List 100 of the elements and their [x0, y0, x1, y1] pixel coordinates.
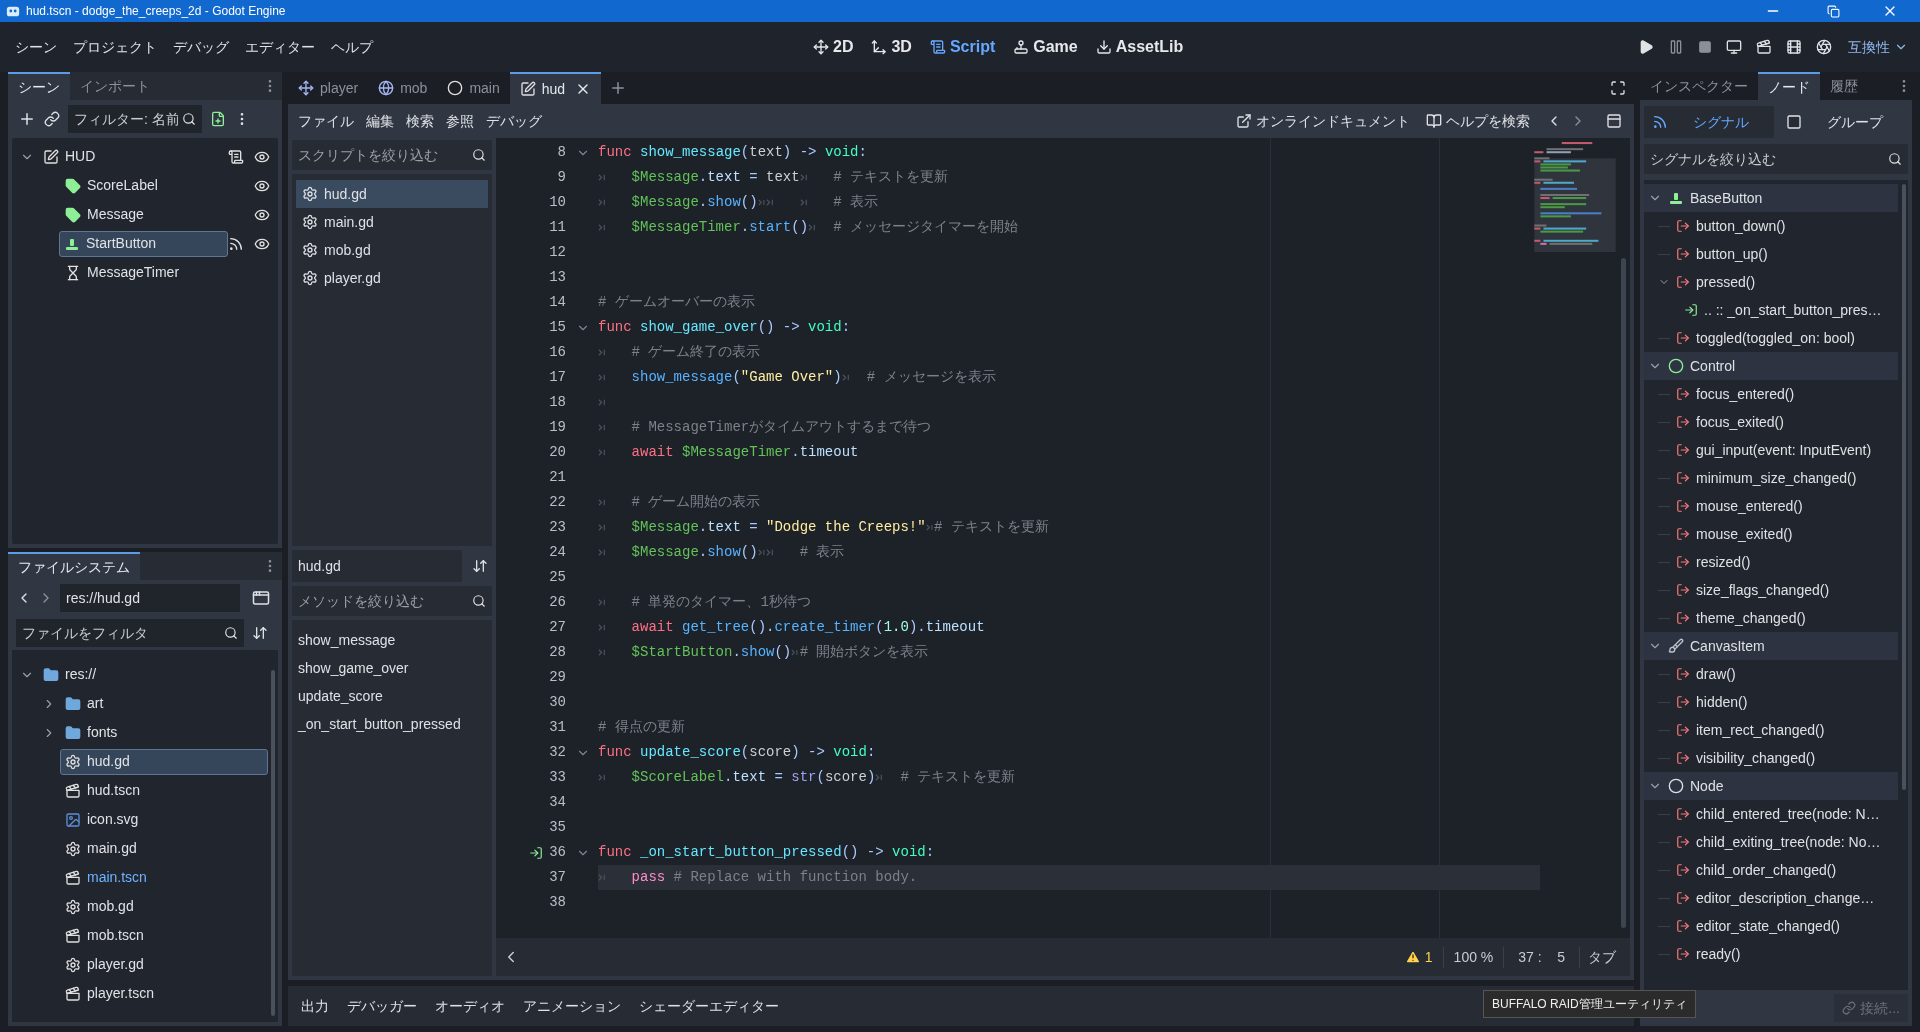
signal-group-header[interactable]: Control: [1644, 352, 1898, 380]
script-item[interactable]: main.gd: [296, 208, 488, 236]
dock-tab[interactable]: シーン: [8, 72, 70, 100]
dock-tab[interactable]: インスペクター: [1640, 72, 1758, 100]
restore-icon[interactable]: [1827, 4, 1840, 18]
signal-item[interactable]: editor_state_changed(): [1696, 915, 1840, 937]
workspace-tab[interactable]: 2D: [806, 31, 861, 63]
indent-mode[interactable]: タブ: [1580, 946, 1624, 968]
path-field[interactable]: res://hud.gd: [60, 584, 240, 612]
signal-item[interactable]: minimum_size_changed(): [1696, 467, 1857, 489]
stop-icon[interactable]: [1698, 40, 1712, 54]
minimap-drawing[interactable]: [1534, 140, 1616, 252]
signal-item[interactable]: toggled(toggled_on: bool): [1696, 327, 1855, 349]
zoom-level[interactable]: 100 %: [1443, 946, 1505, 968]
signal-item[interactable]: mouse_entered(): [1696, 495, 1803, 517]
signal-item[interactable]: editor_description_change…: [1696, 887, 1875, 909]
pause-icon[interactable]: [1668, 39, 1684, 55]
menu-item[interactable]: 編集: [360, 110, 400, 132]
signal-item[interactable]: size_flags_changed(): [1696, 579, 1830, 601]
signal-item[interactable]: child_order_changed(): [1696, 859, 1837, 881]
signal-item[interactable]: child_entered_tree(node: N…: [1696, 803, 1880, 825]
film-icon[interactable]: [1786, 39, 1802, 55]
sub-tab[interactable]: グループ: [1778, 106, 1908, 138]
bottom-panel-tab[interactable]: 出力: [292, 995, 338, 1017]
sort-icon[interactable]: [472, 558, 488, 574]
editor-tab[interactable]: player: [288, 72, 369, 104]
workspace-tab[interactable]: AssetLib: [1088, 31, 1191, 63]
scrollbar[interactable]: [1621, 258, 1626, 928]
signal-item[interactable]: pressed(): [1696, 271, 1756, 293]
dock-tab[interactable]: ノード: [1758, 72, 1820, 100]
tree-item[interactable]: ScoreLabel: [60, 172, 238, 199]
sub-tab[interactable]: シグナル: [1644, 106, 1774, 138]
renderer-dropdown[interactable]: 互換性: [1848, 36, 1908, 58]
method-item[interactable]: show_message: [298, 626, 486, 654]
bottom-panel-tab[interactable]: アニメーション: [514, 995, 630, 1017]
scrollbar[interactable]: [271, 670, 275, 1016]
file-item[interactable]: main.tscn: [60, 864, 268, 891]
workspace-tab[interactable]: Script: [922, 31, 1003, 63]
menu-item[interactable]: 検索: [400, 110, 440, 132]
tree-item[interactable]: MessageTimer: [60, 259, 238, 286]
signal-item[interactable]: resized(): [1696, 551, 1751, 573]
tree-item[interactable]: HUD: [38, 143, 216, 170]
signal-item[interactable]: item_rect_changed(): [1696, 719, 1825, 741]
file-item[interactable]: fonts: [60, 719, 268, 746]
aperture-icon[interactable]: [1816, 39, 1832, 55]
dock-tab[interactable]: 履歴: [1820, 72, 1868, 100]
file-item[interactable]: res://: [38, 661, 268, 688]
bottom-panel-tab[interactable]: シェーダーエディター: [630, 995, 788, 1017]
link-icon[interactable]: [44, 111, 60, 127]
tree-item[interactable]: Message: [60, 201, 238, 228]
signal-item[interactable]: gui_input(event: InputEvent): [1696, 439, 1872, 461]
signal-item[interactable]: focus_exited(): [1696, 411, 1784, 433]
signal-icon[interactable]: [228, 235, 244, 252]
file-item[interactable]: mob.gd: [60, 893, 268, 920]
window-icon[interactable]: [252, 589, 270, 607]
dock-tab[interactable]: インポート: [70, 72, 160, 100]
panel-toggle-icon[interactable]: [1606, 113, 1622, 129]
fullscreen-icon[interactable]: [1610, 80, 1626, 96]
script-item[interactable]: player.gd: [296, 264, 488, 292]
clapperboard-icon[interactable]: [1756, 39, 1772, 55]
filter-field[interactable]: ファイルをフィルタ: [16, 619, 244, 647]
workspace-tab[interactable]: 3D: [864, 31, 919, 63]
bottom-panel-tab[interactable]: デバッガー: [338, 995, 426, 1017]
warning-count[interactable]: 1: [1394, 946, 1444, 968]
file-item[interactable]: hud.tscn: [60, 777, 268, 804]
bottom-panel-tab[interactable]: オーディオ: [426, 995, 514, 1017]
editor-tab[interactable]: mob: [368, 72, 438, 104]
file-item[interactable]: icon.svg: [60, 806, 268, 833]
method-item[interactable]: _on_start_button_pressed: [298, 710, 486, 738]
signal-item[interactable]: visibility_changed(): [1696, 747, 1816, 769]
menu-item[interactable]: デバッグ: [166, 32, 236, 62]
help-link[interactable]: オンラインドキュメント: [1228, 110, 1418, 132]
signal-group-header[interactable]: CanvasItem: [1644, 632, 1898, 660]
menu-item[interactable]: 参照: [440, 110, 480, 132]
menu-item[interactable]: ファイル: [292, 110, 360, 132]
filter-field[interactable]: シグナルを絞り込む: [1644, 144, 1908, 174]
method-item[interactable]: show_game_over: [298, 654, 486, 682]
script-icon[interactable]: [228, 148, 244, 165]
menu-item[interactable]: エディター: [238, 32, 322, 62]
file-item[interactable]: player.tscn: [60, 980, 268, 1007]
tree-item[interactable]: StartButton: [59, 230, 228, 257]
file-item[interactable]: player.gd: [60, 951, 268, 978]
workspace-tab[interactable]: Game: [1006, 31, 1085, 63]
signal-group-header[interactable]: Node: [1644, 772, 1898, 800]
menu-item[interactable]: プロジェクト: [66, 32, 164, 62]
method-item[interactable]: update_score: [298, 682, 486, 710]
play-icon[interactable]: [1638, 39, 1654, 55]
add-script-icon[interactable]: [210, 111, 226, 127]
signal-item[interactable]: theme_changed(): [1696, 607, 1806, 629]
filter-field[interactable]: メソッドを絞り込む: [292, 586, 492, 616]
file-item[interactable]: mob.tscn: [60, 922, 268, 949]
signal-item[interactable]: button_up(): [1696, 243, 1768, 265]
signal-item[interactable]: hidden(): [1696, 691, 1748, 713]
monitor-icon[interactable]: [1726, 39, 1742, 55]
sort-icon[interactable]: [252, 625, 268, 641]
file-item[interactable]: main.gd: [60, 835, 268, 862]
file-item[interactable]: hud.gd: [60, 748, 268, 775]
help-link[interactable]: ヘルプを検索: [1418, 110, 1538, 132]
add-icon[interactable]: [18, 110, 36, 128]
script-item[interactable]: hud.gd: [296, 180, 488, 208]
